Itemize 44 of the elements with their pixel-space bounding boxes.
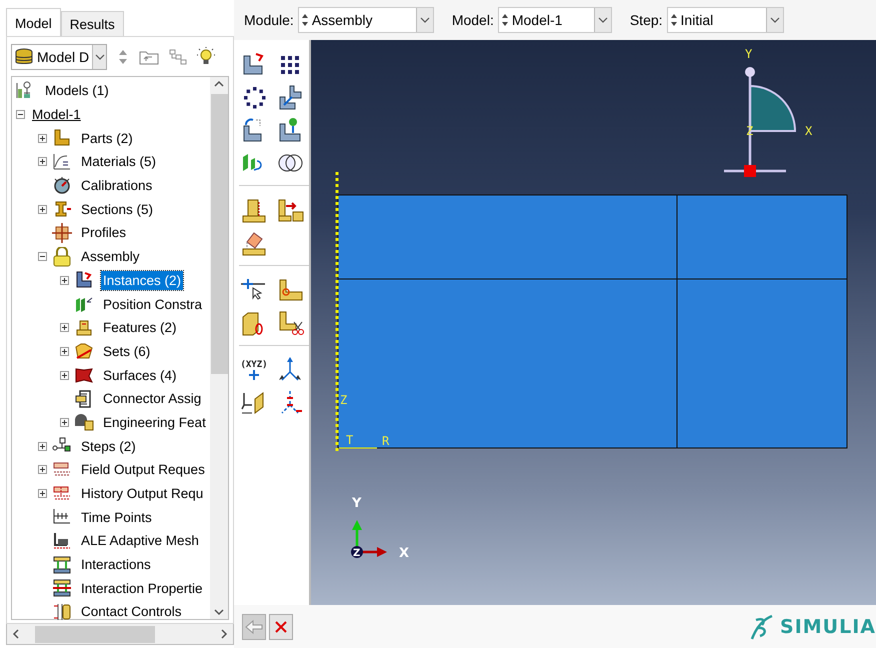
tree-item[interactable]: Features (2) <box>101 318 179 338</box>
axis-label: T <box>346 433 354 447</box>
tree-item[interactable]: Model-1 <box>30 105 83 124</box>
tree-item[interactable]: Field Output Reques <box>79 460 207 480</box>
tree-item[interactable]: Instances (2) <box>101 270 184 290</box>
tree-item[interactable]: History Output Requ <box>79 484 206 504</box>
field-label: Model: <box>452 12 494 28</box>
datum-point-button[interactable]: (XYZ) <box>239 356 269 384</box>
tab[interactable]: Results <box>60 11 124 36</box>
triad-label: Y <box>352 496 362 511</box>
tab[interactable]: Model <box>6 8 61 36</box>
tree-item[interactable]: Surfaces (4) <box>101 366 179 385</box>
tree-item[interactable]: Connector Assig <box>101 389 204 408</box>
tree-item[interactable]: Profiles <box>79 223 128 242</box>
context-dropdown[interactable]: Initial <box>666 7 784 33</box>
field-label: Module: <box>244 12 294 28</box>
triad-label: Y <box>745 47 752 61</box>
triad-label: Z <box>353 548 360 559</box>
context-dropdown[interactable]: Assembly <box>298 7 434 33</box>
dropdown-value: Model D <box>37 49 90 65</box>
context-dropdown[interactable]: Model-1 <box>498 7 612 33</box>
axis-label: Z <box>340 393 348 407</box>
tree-item[interactable]: Materials (5) <box>79 152 158 172</box>
triad-label: X <box>805 124 812 138</box>
tree-item[interactable]: Steps (2) <box>79 436 138 456</box>
tree-item[interactable]: Interaction Propertie <box>79 578 205 598</box>
tree-item[interactable]: Engineering Feat <box>101 412 208 432</box>
tree-item[interactable]: Position Constra <box>101 294 204 314</box>
triad-label: X <box>399 546 410 561</box>
tree-item[interactable]: Sets (6) <box>101 342 152 361</box>
tree-item[interactable]: Sections (5) <box>79 200 156 219</box>
field-label: Step: <box>630 12 663 28</box>
tree-item[interactable]: Calibrations <box>79 176 154 196</box>
triad-label: Z <box>746 124 754 138</box>
axis-label: R <box>382 434 390 448</box>
tree-item[interactable]: Models (1) <box>43 81 111 100</box>
tree-item[interactable]: Time Points <box>79 508 154 527</box>
tree-item[interactable]: Interactions <box>79 555 153 574</box>
tree-item[interactable]: Contact Controls <box>79 602 184 622</box>
tree-item[interactable]: Assembly <box>79 247 142 266</box>
tree-selector-dropdown[interactable]: Model D <box>11 44 107 70</box>
tree-item[interactable]: Parts (2) <box>79 128 135 148</box>
tree-item[interactable]: ALE Adaptive Mesh <box>79 531 201 550</box>
brand-name: SIMULIA <box>780 616 876 638</box>
